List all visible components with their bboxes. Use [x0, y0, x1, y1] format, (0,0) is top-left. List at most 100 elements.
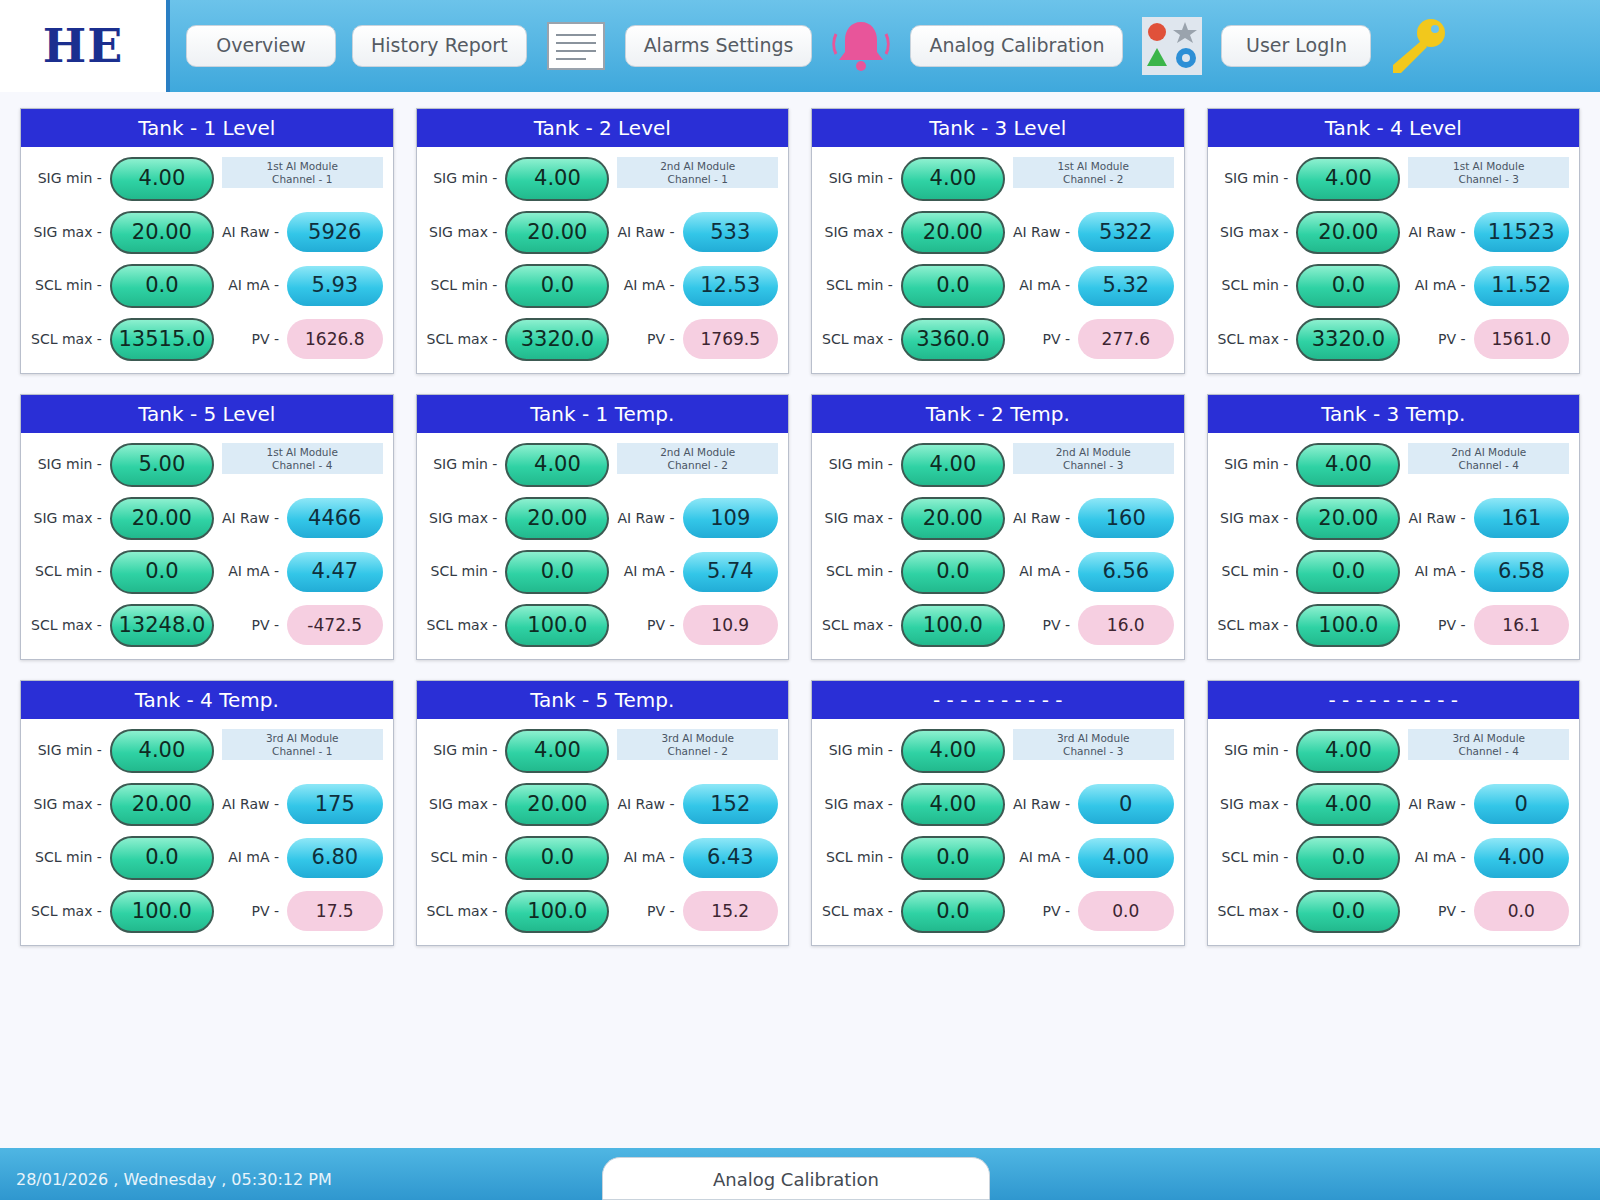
setpoint-field[interactable]: 4.00: [1296, 729, 1400, 773]
field-label: SIG min -: [822, 454, 893, 475]
setpoint-field[interactable]: 4.00: [505, 157, 609, 201]
field-label: AI mA -: [1013, 847, 1070, 868]
panel-title: Tank - 2 Level: [417, 109, 789, 147]
channel-name: Channel - 3: [1019, 459, 1168, 472]
setpoint-field[interactable]: 0.0: [901, 890, 1005, 934]
setpoint-field[interactable]: 3360.0: [901, 318, 1005, 362]
nav-button[interactable]: Analog Calibration: [910, 25, 1123, 67]
field-label: PV -: [1013, 615, 1070, 636]
nav-button[interactable]: User LogIn: [1221, 25, 1371, 67]
module-name: 2nd AI Module: [1019, 446, 1168, 459]
setpoint-field[interactable]: 20.00: [1296, 211, 1400, 255]
setpoint-field[interactable]: 20.00: [1296, 497, 1400, 541]
setpoint-field[interactable]: 100.0: [110, 890, 214, 934]
field-label: AI Raw -: [1013, 794, 1070, 815]
field-label: AI mA -: [617, 561, 674, 582]
setpoint-field[interactable]: 0.0: [1296, 550, 1400, 594]
module-name: 3rd AI Module: [623, 732, 772, 745]
setpoint-field[interactable]: 4.00: [110, 157, 214, 201]
list-icon[interactable]: [543, 13, 609, 79]
reading-display: 175: [287, 784, 382, 824]
field-label: AI mA -: [222, 275, 279, 296]
page-tab: Analog Calibration: [602, 1157, 990, 1200]
setpoint-field[interactable]: 4.00: [901, 783, 1005, 827]
pv-display: 16.1: [1474, 605, 1569, 645]
shapes-icon[interactable]: [1139, 13, 1205, 79]
bell-icon[interactable]: [828, 13, 894, 79]
setpoint-field[interactable]: 100.0: [901, 604, 1005, 648]
setpoint-field[interactable]: 0.0: [505, 836, 609, 880]
nav-button[interactable]: Alarms Settings: [625, 25, 813, 67]
setpoint-field[interactable]: 4.00: [1296, 443, 1400, 487]
setpoint-field[interactable]: 0.0: [110, 264, 214, 308]
setpoint-field[interactable]: 100.0: [1296, 604, 1400, 648]
setpoint-field[interactable]: 20.00: [110, 497, 214, 541]
setpoint-field[interactable]: 20.00: [505, 783, 609, 827]
setpoint-field[interactable]: 0.0: [1296, 890, 1400, 934]
setpoint-field[interactable]: 4.00: [1296, 157, 1400, 201]
setpoint-field[interactable]: 20.00: [505, 497, 609, 541]
field-label: AI Raw -: [222, 794, 279, 815]
field-label: PV -: [1408, 901, 1465, 922]
module-channel: 2nd AI ModuleChannel - 1: [617, 157, 778, 188]
field-label: AI Raw -: [617, 508, 674, 529]
setpoint-field[interactable]: 4.00: [505, 443, 609, 487]
field-label: SCL max -: [427, 329, 498, 350]
setpoint-field[interactable]: 20.00: [901, 497, 1005, 541]
setpoint-field[interactable]: 20.00: [110, 783, 214, 827]
module-channel: 1st AI ModuleChannel - 2: [1013, 157, 1174, 188]
setpoint-field[interactable]: 3320.0: [1296, 318, 1400, 362]
module-channel: 3rd AI ModuleChannel - 4: [1408, 729, 1569, 760]
module-channel: 3rd AI ModuleChannel - 3: [1013, 729, 1174, 760]
panel-title: Tank - 5 Level: [21, 395, 393, 433]
setpoint-field[interactable]: 13248.0: [110, 604, 214, 648]
setpoint-field[interactable]: 100.0: [505, 604, 609, 648]
field-label: SCL max -: [822, 615, 893, 636]
setpoint-field[interactable]: 0.0: [505, 264, 609, 308]
panel-body: SIG min -4.002nd AI ModuleChannel - 1SIG…: [417, 147, 789, 373]
field-label: SCL max -: [822, 901, 893, 922]
setpoint-field[interactable]: 20.00: [505, 211, 609, 255]
panel-body: SIG min -4.003rd AI ModuleChannel - 2SIG…: [417, 719, 789, 945]
channel-panel: Tank - 1 Temp.SIG min -4.002nd AI Module…: [416, 394, 790, 660]
nav-button[interactable]: History Report: [352, 25, 527, 67]
calibration-grid: Tank - 1 LevelSIG min -4.001st AI Module…: [0, 92, 1600, 1148]
field-label: SCL max -: [822, 329, 893, 350]
setpoint-field[interactable]: 0.0: [1296, 836, 1400, 880]
pv-display: -472.5: [287, 605, 382, 645]
setpoint-field[interactable]: 4.00: [901, 729, 1005, 773]
setpoint-field[interactable]: 0.0: [110, 550, 214, 594]
field-label: SIG min -: [1218, 168, 1289, 189]
setpoint-field[interactable]: 3320.0: [505, 318, 609, 362]
field-label: SIG max -: [31, 794, 102, 815]
reading-display: 160: [1078, 498, 1173, 538]
setpoint-field[interactable]: 4.00: [505, 729, 609, 773]
setpoint-field[interactable]: 0.0: [901, 264, 1005, 308]
setpoint-field[interactable]: 4.00: [901, 157, 1005, 201]
setpoint-field[interactable]: 100.0: [505, 890, 609, 934]
setpoint-field[interactable]: 13515.0: [110, 318, 214, 362]
field-label: SCL max -: [427, 615, 498, 636]
channel-name: Channel - 2: [1019, 173, 1168, 186]
field-label: AI Raw -: [222, 222, 279, 243]
setpoint-field[interactable]: 4.00: [1296, 783, 1400, 827]
field-label: SIG max -: [427, 222, 498, 243]
field-label: SIG min -: [822, 740, 893, 761]
key-icon[interactable]: [1387, 13, 1453, 79]
setpoint-field[interactable]: 0.0: [901, 836, 1005, 880]
panel-body: SIG min -4.002nd AI ModuleChannel - 3SIG…: [812, 433, 1184, 659]
setpoint-field[interactable]: 0.0: [901, 550, 1005, 594]
setpoint-field[interactable]: 4.00: [901, 443, 1005, 487]
reading-display: 109: [683, 498, 778, 538]
setpoint-field[interactable]: 0.0: [110, 836, 214, 880]
setpoint-field[interactable]: 20.00: [110, 211, 214, 255]
setpoint-field[interactable]: 20.00: [901, 211, 1005, 255]
field-label: SIG max -: [31, 222, 102, 243]
setpoint-field[interactable]: 0.0: [1296, 264, 1400, 308]
setpoint-field[interactable]: 0.0: [505, 550, 609, 594]
nav-button[interactable]: Overview: [186, 25, 336, 67]
channel-panel: Tank - 4 Temp.SIG min -4.003rd AI Module…: [20, 680, 394, 946]
setpoint-field[interactable]: 4.00: [110, 729, 214, 773]
reading-display: 0: [1474, 784, 1569, 824]
setpoint-field[interactable]: 5.00: [110, 443, 214, 487]
